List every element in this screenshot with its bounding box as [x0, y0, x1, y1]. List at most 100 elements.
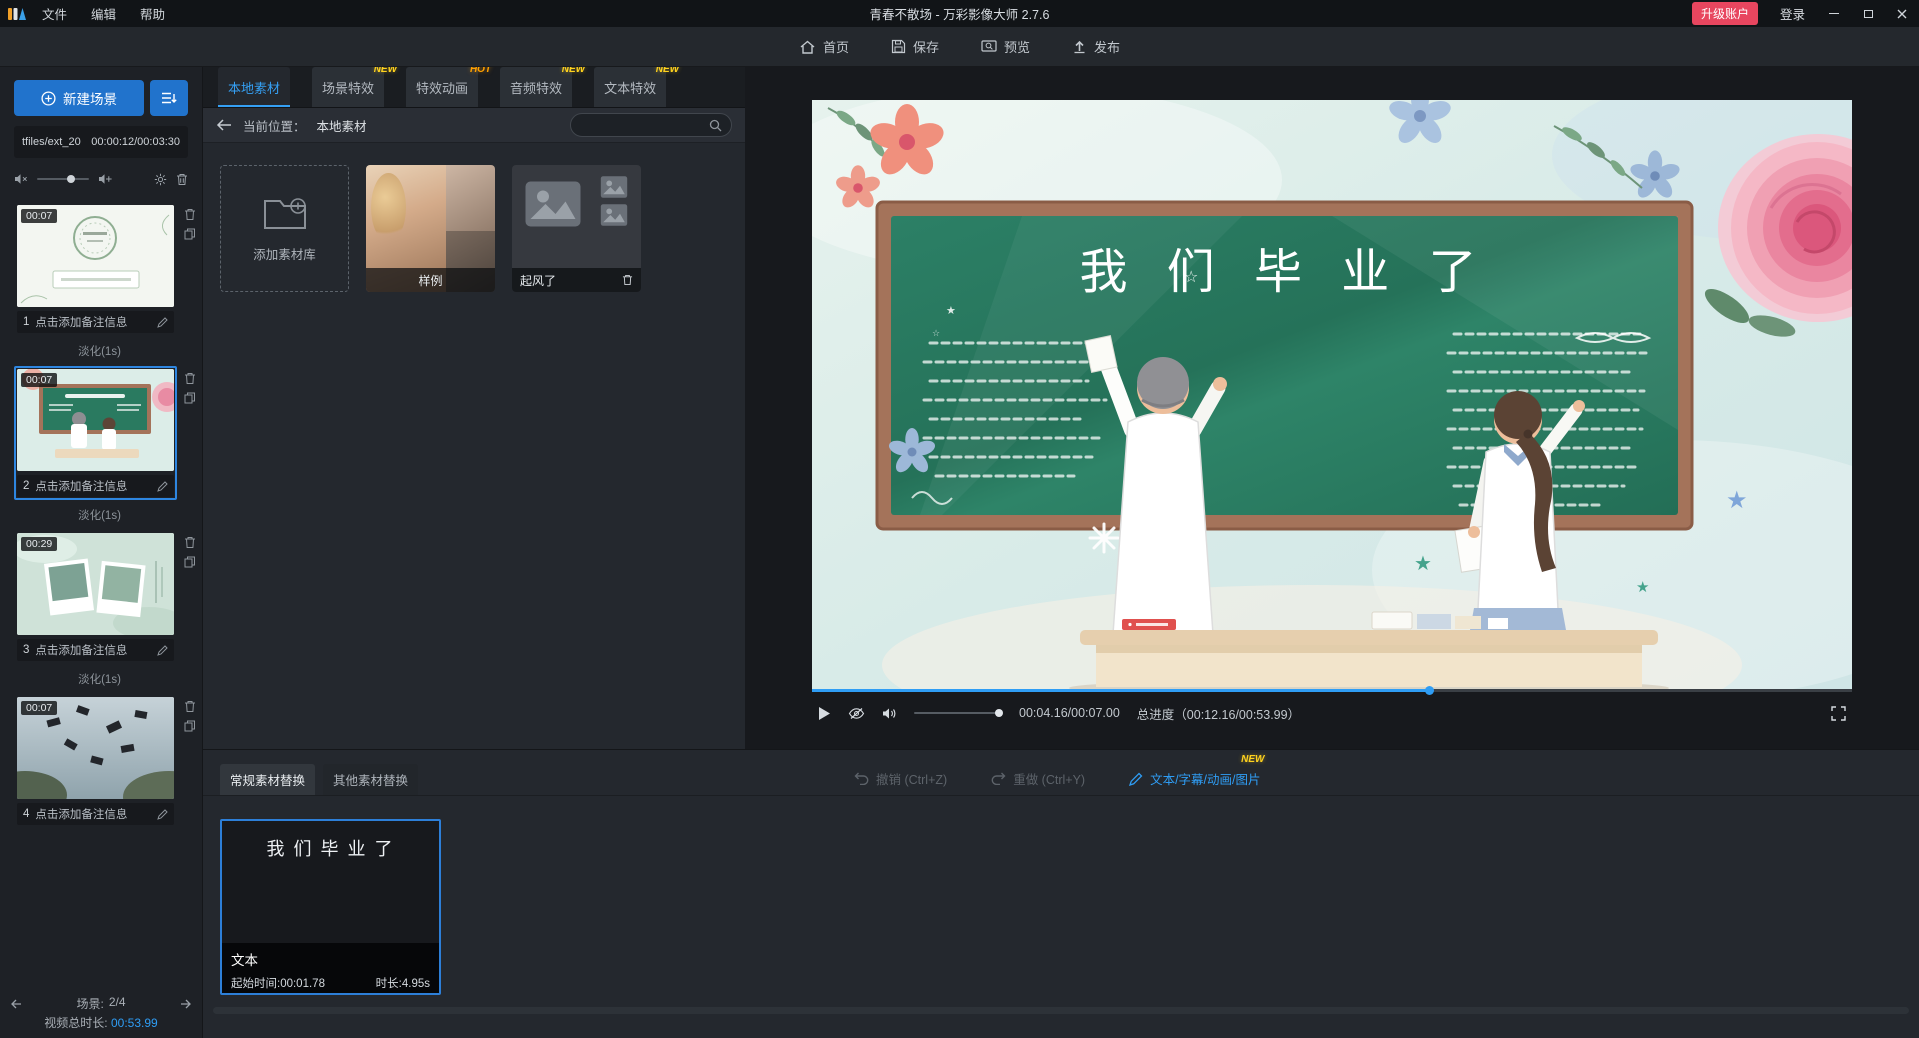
material-folder-qifengle[interactable]: 起风了: [512, 165, 641, 292]
autoplay-toggle[interactable]: [848, 707, 865, 720]
close-icon: [1897, 9, 1907, 18]
close-button[interactable]: [1885, 0, 1919, 27]
scene-3-select[interactable]: 00:29 3 点击添加备注信息: [14, 530, 177, 664]
bgm-track-name: tfiles/ext_20: [22, 136, 81, 148]
maximize-button[interactable]: [1851, 0, 1885, 27]
tab-other-replace[interactable]: 其他素材替换: [323, 764, 419, 795]
tab-audio-effects[interactable]: 音频特效 NEW: [500, 64, 585, 107]
scene-item-1: 00:07 1 点击添加备注信息: [0, 202, 202, 336]
tab-label: 场景特效: [322, 80, 375, 96]
add-material-library-button[interactable]: 添加素材库: [220, 165, 349, 292]
new-scene-button[interactable]: 新建场景: [14, 80, 144, 116]
new-badge: NEW: [1241, 754, 1265, 765]
clip-preview-text: 我 们 毕 业 了: [266, 839, 395, 859]
transition-3[interactable]: 淡化(1s): [14, 664, 185, 694]
player-controls: 00:04.16/00:07.00 总进度（00:12.16/00:53.99）: [812, 696, 1852, 730]
scene-4-note[interactable]: 4 点击添加备注信息: [17, 803, 174, 825]
tab-local-materials[interactable]: 本地素材: [218, 67, 291, 107]
scene-2-delete-icon[interactable]: [184, 372, 196, 385]
scene-counter-label: 场景:: [76, 997, 104, 1011]
scene-1-select[interactable]: 00:07 1 点击添加备注信息: [14, 202, 177, 336]
bgm-settings-icon[interactable]: [154, 173, 167, 186]
next-scene-arrow[interactable]: [180, 999, 192, 1009]
transition-1[interactable]: 淡化(1s): [14, 336, 185, 366]
scene-1-copy-icon[interactable]: [184, 228, 196, 240]
preview-panel: 我 们 毕 业 了 ☆ ★ ☆ ★ ★ ★ 00:04.16/00:07.00 …: [745, 67, 1919, 749]
titlebar: 文件 编辑 帮助 青春不散场 - 万彩影像大师 2.7.6 升级账户 登录: [0, 0, 1919, 27]
scene-4-thumbnail[interactable]: 00:07: [17, 697, 174, 799]
play-icon: [819, 706, 830, 720]
menu-file[interactable]: 文件: [30, 0, 79, 27]
undo-button[interactable]: 撤销 (Ctrl+Z): [854, 769, 947, 788]
back-arrow-icon[interactable]: [216, 119, 232, 131]
scene-3-copy-icon[interactable]: [184, 556, 196, 568]
scene-1-delete-icon[interactable]: [184, 208, 196, 221]
text-clip-card[interactable]: 我 们 毕 业 了 文本 起始时间:00:01.78 时长:4.95s: [220, 819, 441, 995]
eye-slash-icon: [848, 707, 865, 719]
material-search[interactable]: [570, 113, 732, 137]
horizontal-scrollbar[interactable]: [213, 1007, 1909, 1014]
scene-4-duration-badge: 00:07: [21, 701, 58, 715]
scene-2-copy-icon[interactable]: [184, 392, 196, 404]
scene-sort-button[interactable]: [150, 80, 188, 116]
scene-4-delete-icon[interactable]: [184, 700, 196, 713]
edit-note-icon: [157, 644, 168, 656]
progress-handle[interactable]: [1424, 686, 1434, 695]
scene-3-note[interactable]: 3 点击添加备注信息: [17, 639, 174, 661]
minimize-button[interactable]: [1817, 0, 1851, 27]
menu-edit[interactable]: 编辑: [79, 0, 128, 27]
bgm-track-item[interactable]: tfiles/ext_20 00:00:12/00:03:30: [14, 126, 188, 158]
redo-button[interactable]: 重做 (Ctrl+Y): [991, 769, 1085, 788]
mute-icon[interactable]: [14, 173, 28, 185]
scene-2-thumbnail[interactable]: 00:07: [17, 369, 174, 471]
scene-4-copy-icon[interactable]: [184, 720, 196, 732]
folder-label: 样例: [418, 273, 443, 288]
bgm-delete-icon[interactable]: [176, 173, 188, 186]
player-volume-slider[interactable]: [914, 709, 1003, 717]
upgrade-account-button[interactable]: 升级账户: [1691, 2, 1758, 25]
home-button[interactable]: 首页: [799, 37, 849, 56]
scene-2-select[interactable]: 00:07 2 点击添加备注信息: [14, 366, 177, 500]
save-label: 保存: [912, 40, 939, 55]
material-folder-sample[interactable]: 样例: [366, 165, 495, 292]
scene-2-note[interactable]: 2 点击添加备注信息: [17, 475, 174, 497]
main-toolbar: 首页 保存 预览 发布: [0, 27, 1919, 67]
playback-time: 00:04.16/00:07.00: [1019, 706, 1120, 720]
search-input[interactable]: [580, 118, 703, 132]
tab-text-effects[interactable]: 文本特效 NEW: [594, 64, 679, 107]
fullscreen-button[interactable]: [1831, 705, 1846, 721]
save-button[interactable]: 保存: [891, 37, 939, 56]
tab-effect-animation[interactable]: 特效动画 HOT: [406, 64, 491, 107]
transition-2[interactable]: 淡化(1s): [14, 500, 185, 530]
edit-note-icon: [157, 316, 168, 328]
replace-tabbar: 常规素材替换 其他素材替换 撤销 (Ctrl+Z) 重做 (Ctrl+Y) 文本…: [203, 754, 1919, 796]
preview-button[interactable]: 预览: [981, 37, 1030, 56]
publish-button[interactable]: 发布: [1072, 37, 1120, 56]
preview-icon: [981, 40, 997, 52]
svg-text:★: ★: [1636, 579, 1649, 596]
scene-3-thumbnail[interactable]: 00:29: [17, 533, 174, 635]
save-icon: [891, 39, 906, 54]
login-button[interactable]: 登录: [1768, 4, 1817, 23]
scene-1-thumbnail[interactable]: 00:07: [17, 205, 174, 307]
tab-normal-replace[interactable]: 常规素材替换: [220, 764, 316, 795]
video-stage[interactable]: 我 们 毕 业 了 ☆ ★ ☆ ★ ★ ★: [812, 100, 1852, 689]
scene-1-note[interactable]: 1 点击添加备注信息: [17, 311, 174, 333]
scene-4-select[interactable]: 00:07 4 点击添加备注信息: [14, 694, 177, 828]
tab-label: 音频特效: [510, 80, 563, 96]
playback-progress-bar[interactable]: [812, 686, 1852, 695]
folder-delete-icon[interactable]: [622, 274, 633, 286]
edit-text-subtitle-button[interactable]: 文本/字幕/动画/图片 NEW: [1129, 754, 1265, 788]
tab-scene-effects[interactable]: 场景特效 NEW: [312, 64, 397, 107]
bgm-controls: [14, 166, 188, 192]
svg-text:★: ★: [946, 305, 956, 317]
scene-3-delete-icon[interactable]: [184, 536, 196, 549]
volume-icon: [883, 708, 896, 718]
volume-button[interactable]: [882, 707, 897, 720]
scene-1-duration-badge: 00:07: [21, 209, 58, 223]
play-button[interactable]: [818, 706, 831, 721]
bgm-volume-slider[interactable]: [37, 175, 89, 183]
volume-up-icon[interactable]: [98, 173, 112, 185]
menu-help[interactable]: 帮助: [128, 0, 177, 27]
prev-scene-arrow[interactable]: [10, 999, 22, 1009]
